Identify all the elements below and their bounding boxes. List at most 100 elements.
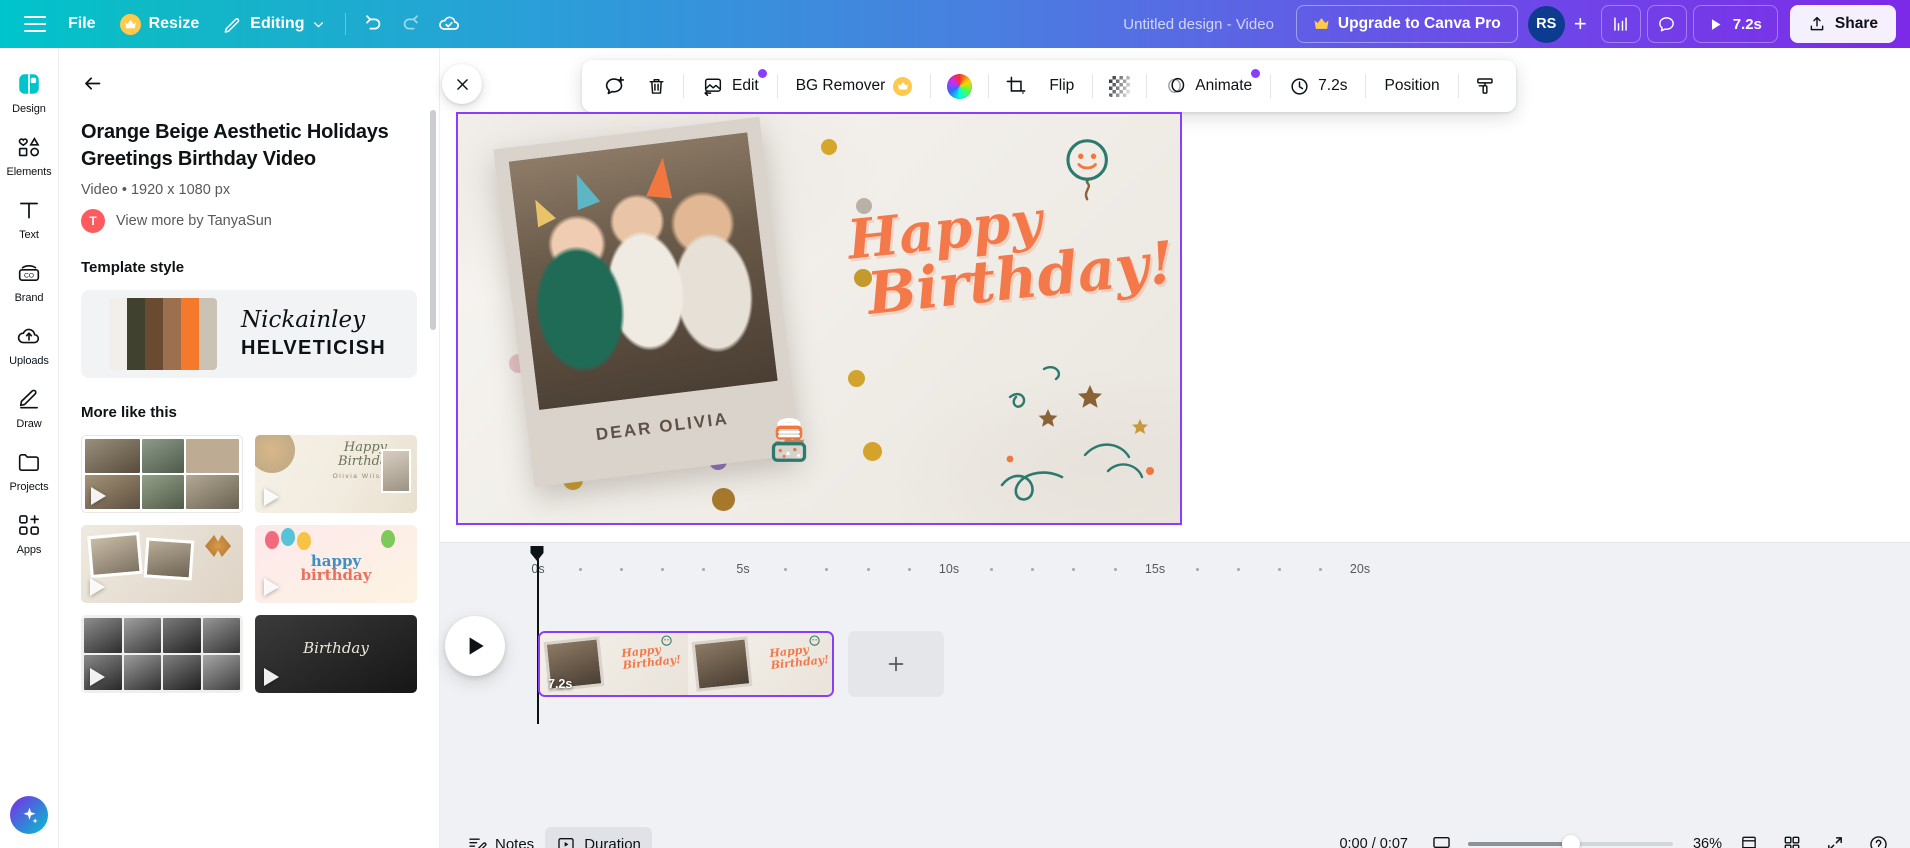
photo-image <box>508 132 778 410</box>
timeline-scene[interactable]: Happy Birthday! 7.2s Happy Birthday! <box>538 631 834 697</box>
timeline-ruler[interactable]: 0s 5s 10s 15s 20s <box>440 543 1910 591</box>
crown-icon <box>1314 18 1329 29</box>
greeting-text-element[interactable]: Happy Birthday! <box>844 185 1177 328</box>
timeline-minor-tick <box>1278 568 1281 571</box>
document-title[interactable]: Untitled design - Video <box>1109 7 1288 41</box>
timeline-tick-label: 5s <box>736 562 750 576</box>
add-page-button[interactable] <box>848 631 944 697</box>
swatch <box>145 298 163 370</box>
new-feature-dot <box>1251 69 1261 78</box>
preview-duration-label: 7.2s <box>1732 15 1762 33</box>
animate-button[interactable]: Animate <box>1154 67 1263 105</box>
grid-view-button[interactable] <box>1776 828 1808 848</box>
more-options-button[interactable] <box>1466 67 1504 105</box>
new-feature-dot <box>757 69 767 78</box>
timeline-minor-tick <box>1114 568 1117 571</box>
position-button[interactable]: Position <box>1373 67 1450 105</box>
zoom-slider[interactable] <box>1468 835 1673 848</box>
crop-button[interactable] <box>996 67 1036 105</box>
sidebar-item-text[interactable]: Text <box>2 188 56 244</box>
comment-bubble-icon <box>1659 16 1675 31</box>
preview-play-button[interactable]: 7.2s <box>1692 5 1778 43</box>
timeline-minor-tick <box>661 568 664 571</box>
upgrade-to-pro-button[interactable]: Upgrade to Canva Pro <box>1295 5 1518 43</box>
left-rail: Design Elements Text CO Brand Uploads Dr… <box>0 48 59 848</box>
timeline-tick-label: 10s <box>938 562 960 576</box>
trash-icon <box>649 78 664 94</box>
element-duration-label: 7.2s <box>1318 77 1348 94</box>
sidebar-label-draw: Draw <box>16 418 42 430</box>
toolbar-divider <box>345 13 347 35</box>
template-thumb-5[interactable] <box>81 615 243 693</box>
timeline-minor-tick <box>1319 568 1322 571</box>
editor-area: Edit BG Remover Flip Animate 7.2s Positi… <box>440 48 1910 848</box>
template-title: Orange Beige Aesthetic Holidays Greeting… <box>81 121 389 170</box>
undo-button[interactable] <box>354 5 392 43</box>
design-canvas[interactable]: DEAR OLIVIA Happy Birthday! <box>456 112 1182 525</box>
sidebar-item-draw[interactable]: Draw <box>2 377 56 433</box>
resize-button[interactable]: Resize <box>108 6 212 42</box>
sidebar-label-uploads: Uploads <box>9 355 49 367</box>
sidebar-item-projects[interactable]: Projects <box>2 440 56 496</box>
notes-button[interactable]: Notes <box>456 827 545 848</box>
zoom-slider-fill <box>1468 842 1571 846</box>
toolbar-separator <box>1092 74 1094 98</box>
duration-button[interactable]: Duration <box>545 827 652 848</box>
sidebar-item-elements[interactable]: Elements <box>2 125 56 181</box>
template-thumb-1[interactable] <box>81 435 243 513</box>
timeline-view-button[interactable] <box>1425 828 1457 848</box>
edit-image-icon <box>704 78 722 97</box>
birthday-cake-icon[interactable] <box>758 406 820 468</box>
draw-pencil-icon <box>11 382 47 416</box>
thumb-play-icon <box>91 487 106 505</box>
redo-button[interactable] <box>392 5 430 43</box>
flip-button[interactable]: Flip <box>1038 67 1085 105</box>
author-avatar: T <box>81 209 105 233</box>
magic-sparkle-icon[interactable] <box>10 796 48 834</box>
bg-remover-button[interactable]: BG Remover <box>785 67 924 105</box>
panel-scrollbar[interactable] <box>430 110 436 330</box>
sidebar-item-apps[interactable]: Apps <box>2 503 56 559</box>
color-button[interactable] <box>938 67 981 105</box>
play-icon <box>1711 18 1721 30</box>
template-thumb-3[interactable] <box>81 525 243 603</box>
sidebar-item-brand[interactable]: CO Brand <box>2 251 56 307</box>
comments-button[interactable] <box>1646 5 1687 43</box>
crown-icon <box>893 76 913 96</box>
add-comment-button[interactable] <box>594 67 635 105</box>
sidebar-item-design[interactable]: Design <box>2 62 56 118</box>
cloud-sync-button[interactable] <box>430 5 468 43</box>
help-button[interactable] <box>1862 828 1894 848</box>
template-thumb-6[interactable]: Birthday <box>255 615 417 693</box>
add-collaborator-button[interactable]: + <box>1561 6 1591 43</box>
zoom-slider-knob[interactable] <box>1561 835 1580 848</box>
author-link-row[interactable]: T View more by TanyaSun <box>81 209 417 233</box>
share-button[interactable]: Share <box>1789 5 1896 43</box>
template-thumb-4[interactable]: happy birthday <box>255 525 417 603</box>
rail-bottom <box>10 796 48 848</box>
page-view-button[interactable] <box>1733 828 1765 848</box>
template-thumb-2[interactable]: Happy Birthday Olivia Wilson <box>255 435 417 513</box>
transparency-icon <box>1109 75 1131 97</box>
file-menu-button[interactable]: File <box>56 6 108 42</box>
close-panel-button[interactable] <box>442 64 482 104</box>
sidebar-item-uploads[interactable]: Uploads <box>2 314 56 370</box>
avatar[interactable]: RS <box>1527 5 1565 43</box>
delete-button[interactable] <box>637 67 676 105</box>
element-duration-button[interactable]: 7.2s <box>1278 67 1358 105</box>
fullscreen-button[interactable] <box>1819 828 1851 848</box>
template-style-card[interactable]: Nickainley HELVETICISH <box>81 290 417 378</box>
share-upload-icon <box>1810 16 1824 31</box>
top-toolbar-right: Upgrade to Canva Pro RS + 7.2s Share <box>1295 5 1910 43</box>
edit-image-button[interactable]: Edit <box>691 67 770 105</box>
chevron-down-icon <box>314 21 324 27</box>
insights-button[interactable] <box>1600 5 1641 43</box>
panel-back-button[interactable] <box>75 66 109 100</box>
timeline-play-button[interactable] <box>445 616 505 676</box>
editing-mode-button[interactable]: Editing <box>211 6 337 42</box>
sidebar-label-apps: Apps <box>16 544 42 556</box>
transparency-button[interactable] <box>1100 67 1139 105</box>
main-menu-button[interactable] <box>14 6 56 42</box>
photo-frame-element[interactable]: DEAR OLIVIA <box>493 116 801 488</box>
style-font-sans: HELVETICISH <box>241 336 387 359</box>
